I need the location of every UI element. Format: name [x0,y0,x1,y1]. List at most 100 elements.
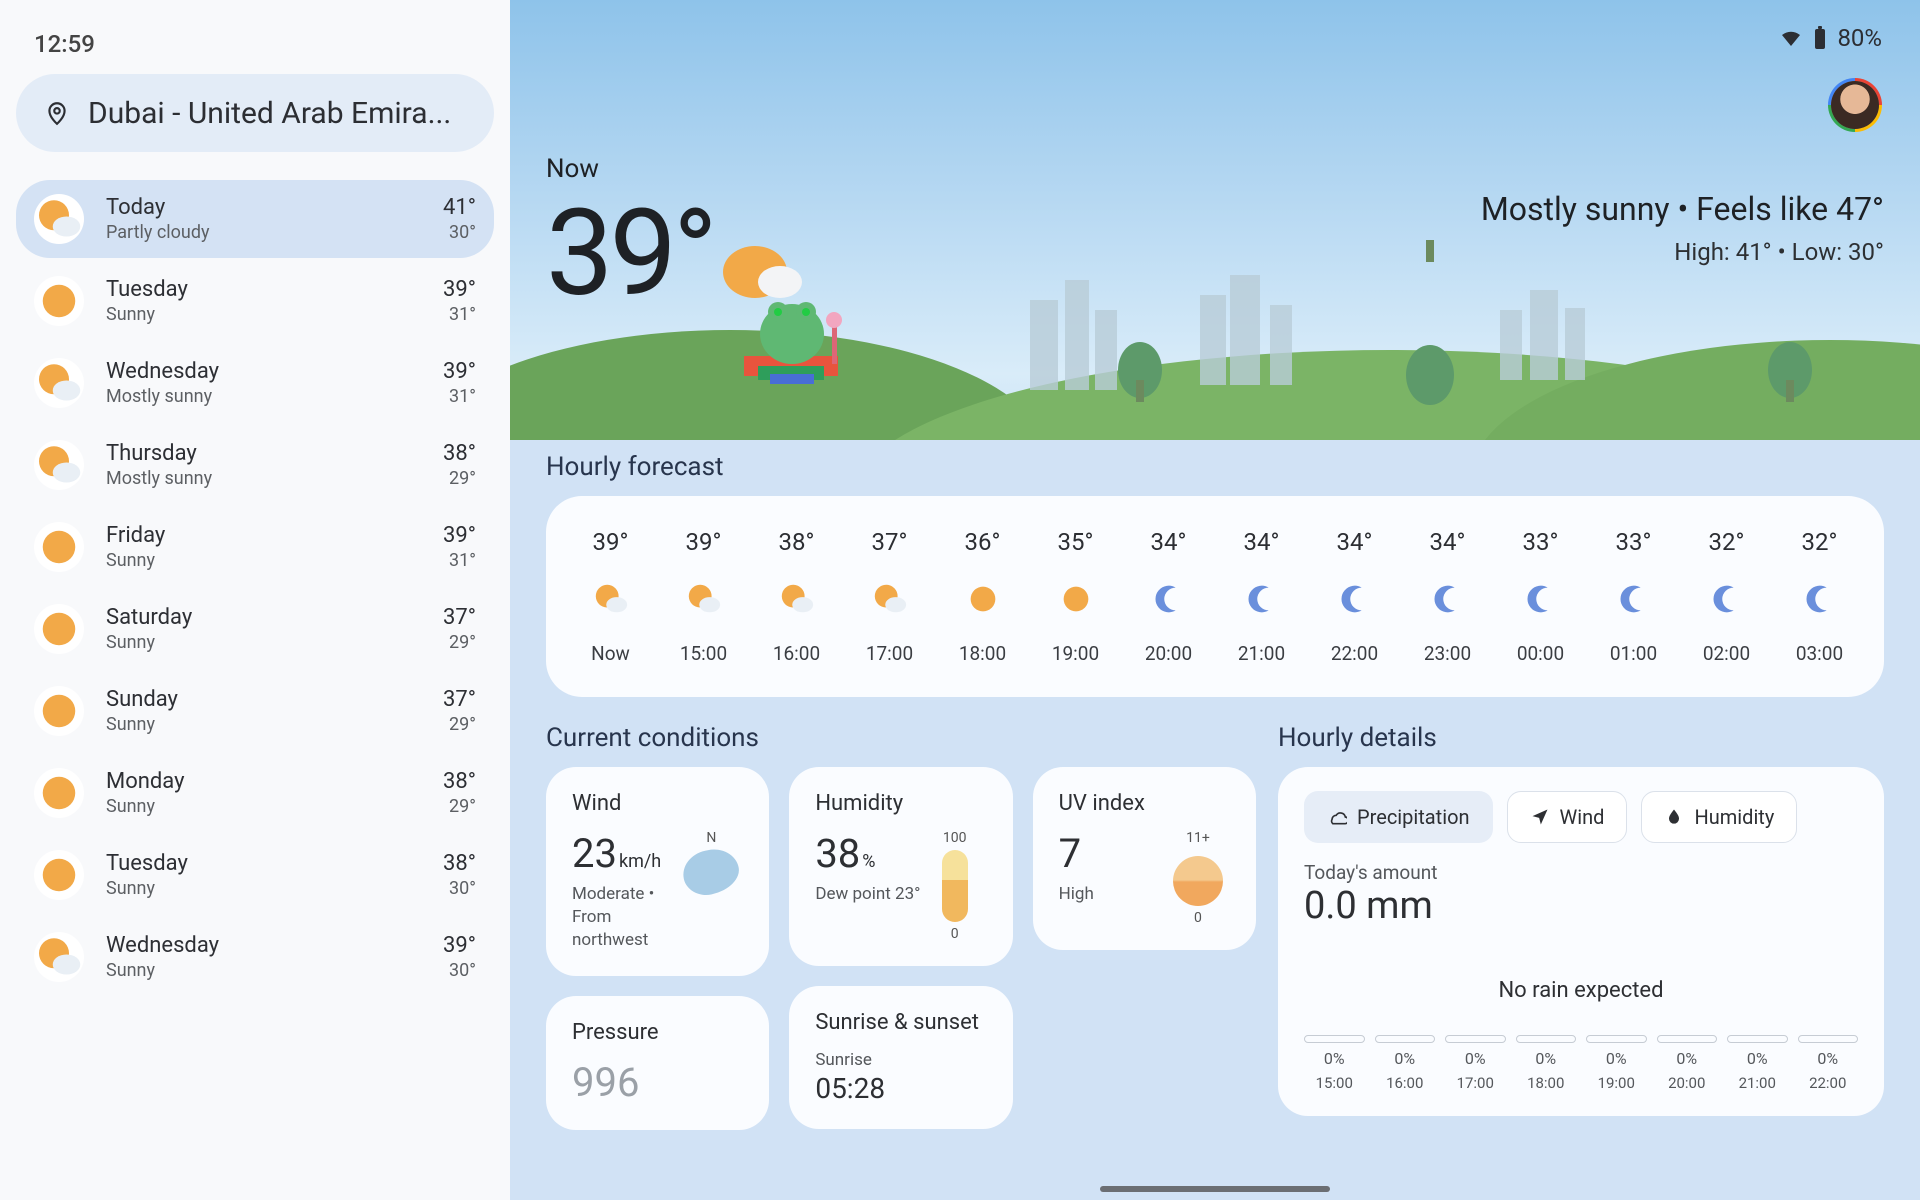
hour-item[interactable]: 34°21:00 [1215,528,1308,665]
hour-item[interactable]: 39°15:00 [657,528,750,665]
partly-icon [778,580,816,618]
hour-item[interactable]: 33°01:00 [1587,528,1680,665]
hour-time: 18:00 [959,642,1006,665]
precip-bar: 0%21:00 [1727,1035,1788,1092]
precip-bar: 0%15:00 [1304,1035,1365,1092]
hour-temp: 34° [1151,528,1187,556]
hourly-card[interactable]: 39°Now39°15:0038°16:0037°17:0036°18:0035… [546,496,1884,697]
sunny-icon [1057,580,1095,618]
humidity-card[interactable]: Humidity 38% Dew point 23° 100 0 [789,767,1012,966]
hour-item[interactable]: 32°02:00 [1680,528,1773,665]
home-indicator[interactable] [1100,1186,1330,1192]
wind-unit: km/h [619,851,661,872]
humidity-unit: % [862,851,875,872]
precip-pct: 0% [1606,1049,1627,1068]
uv-gauge: 11+ 0 [1166,830,1230,926]
hour-temp: 34° [1244,528,1280,556]
moon-icon [1615,580,1653,618]
chip-wind[interactable]: Wind [1507,791,1628,843]
hour-item[interactable]: 33°00:00 [1494,528,1587,665]
hour-item[interactable]: 39°Now [564,528,657,665]
day-name: Wednesday [106,933,421,958]
wind-detail: Moderate • From northwest [572,883,679,952]
sunny-icon [964,580,1002,618]
day-item[interactable]: SaturdaySunny37°29° [16,590,494,668]
hour-time: 23:00 [1424,642,1471,665]
day-low: 29° [449,632,476,653]
hour-temp: 32° [1802,528,1838,556]
hour-temp: 35° [1058,528,1094,556]
partly-icon [34,358,84,408]
battery-icon [1813,26,1827,50]
day-item[interactable]: WednesdayMostly sunny39°31° [16,344,494,422]
day-item[interactable]: MondaySunny38°29° [16,754,494,832]
precip-bars: 0%15:000%16:000%17:000%18:000%19:000%20:… [1304,1035,1858,1092]
hour-time: 01:00 [1610,642,1657,665]
hour-temp: 37° [872,528,908,556]
day-high: 41° [443,195,476,220]
day-low: 31° [449,386,476,407]
hourly-section: Hourly forecast 39°Now39°15:0038°16:0037… [546,452,1884,697]
hour-item[interactable]: 37° 17:00 [843,528,936,665]
hour-time: 03:00 [1796,642,1843,665]
day-condition: Sunny [106,960,421,981]
hour-time: 20:00 [1145,642,1192,665]
day-condition: Mostly sunny [106,386,421,407]
frog-illustration [700,236,880,396]
wind-value: 23 [572,830,617,877]
hour-time: 16:00 [773,642,820,665]
hour-item[interactable]: 35° 19:00 [1029,528,1122,665]
hour-item[interactable]: 34°22:00 [1308,528,1401,665]
precip-bar: 0%17:00 [1445,1035,1506,1092]
chip-humidity[interactable]: Humidity [1641,791,1797,843]
avatar[interactable] [1828,78,1882,132]
day-item[interactable]: ThursdayMostly sunny38°29° [16,426,494,504]
amount-value: 0.0 mm [1304,884,1858,928]
sunrise-title: Sunrise & sunset [815,1010,986,1035]
moon-icon [1522,580,1560,618]
partly-icon [592,580,630,618]
precip-pct: 0% [1465,1049,1486,1068]
partly-icon [34,194,84,244]
nav-arrow-icon [1530,807,1550,827]
now-label: Now [546,154,1884,184]
location-selector[interactable]: Dubai - United Arab Emira... [16,74,494,152]
precip-time: 18:00 [1527,1074,1564,1092]
uv-detail: High [1059,883,1166,906]
day-condition: Sunny [106,796,421,817]
day-low: 31° [449,550,476,571]
day-high: 39° [443,359,476,384]
hour-item[interactable]: 38°16:00 [750,528,843,665]
pressure-value: 996 [572,1059,639,1106]
hour-item[interactable]: 34°23:00 [1401,528,1494,665]
chip-precipitation[interactable]: Precipitation [1304,791,1493,843]
day-name: Monday [106,769,421,794]
hour-item[interactable]: 34° 20:00 [1122,528,1215,665]
wind-card[interactable]: Wind 23km/h Moderate • From northwest N [546,767,769,976]
hour-item[interactable]: 32° 03:00 [1773,528,1866,665]
day-condition: Partly cloudy [106,222,421,243]
hour-time: 19:00 [1052,642,1099,665]
hour-item[interactable]: 36°18:00 [936,528,1029,665]
day-high: 37° [443,687,476,712]
uv-card[interactable]: UV index 7 High 11+ 0 [1033,767,1256,950]
day-item[interactable]: TuesdaySunny38°30° [16,836,494,914]
precip-pct: 0% [1394,1049,1415,1068]
pressure-card[interactable]: Pressure 996 [546,996,769,1130]
content: Hourly forecast 39°Now39°15:0038°16:0037… [510,440,1920,1200]
day-item[interactable]: TodayPartly cloudy41°30° [16,180,494,258]
day-item[interactable]: WednesdaySunny39°30° [16,918,494,996]
precip-time: 20:00 [1668,1074,1705,1092]
high-low: High: 41° • Low: 30° [1674,238,1884,266]
sunrise-card[interactable]: Sunrise & sunset Sunrise 05:28 [789,986,1012,1129]
day-item[interactable]: FridaySunny39°31° [16,508,494,586]
sunny-icon [34,686,84,736]
battery-percent: 80% [1837,24,1882,52]
precip-time: 21:00 [1739,1074,1776,1092]
day-item[interactable]: SundaySunny37°29° [16,672,494,750]
droplet-icon [1664,807,1684,827]
moon-icon [1429,580,1467,618]
hour-time: 17:00 [866,642,913,665]
sunny-icon [34,522,84,572]
day-item[interactable]: TuesdaySunny39°31° [16,262,494,340]
